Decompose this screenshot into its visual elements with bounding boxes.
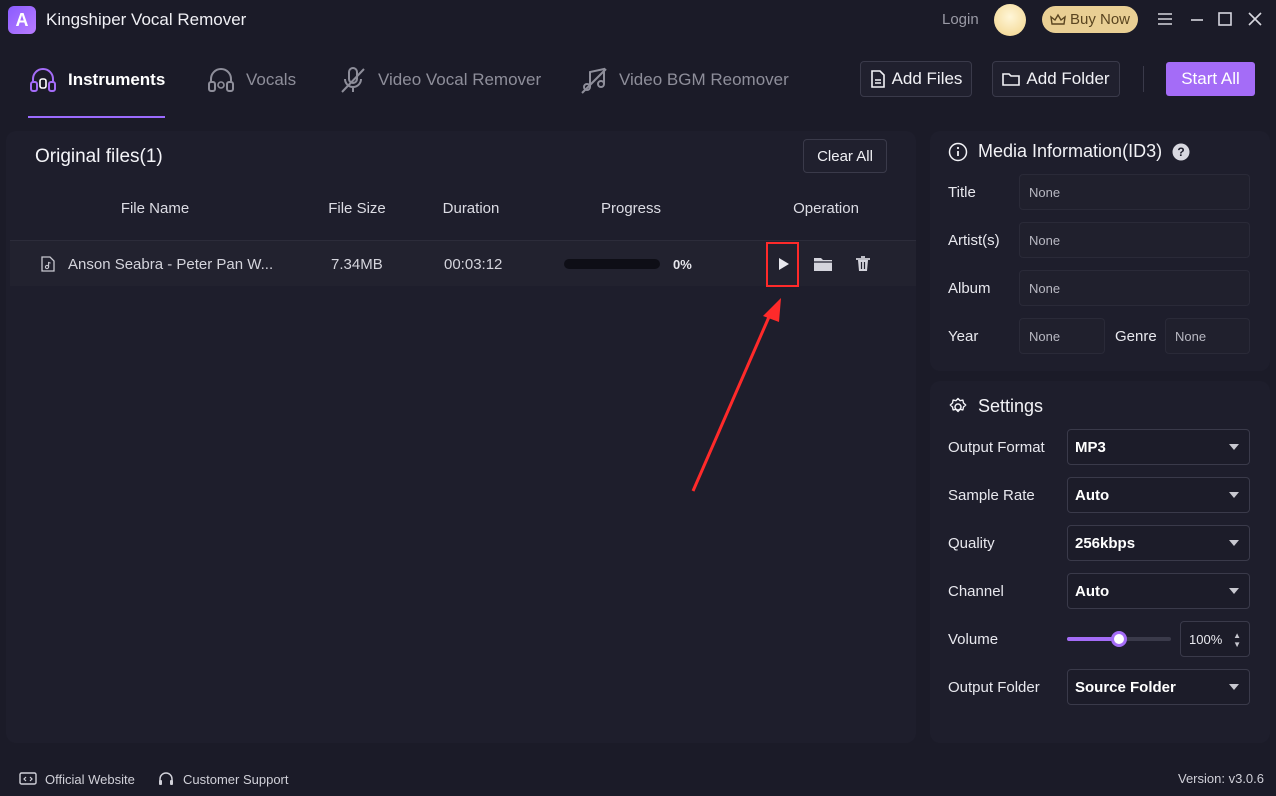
genre-label: Genre <box>1115 328 1157 345</box>
add-files-button[interactable]: Add Files <box>860 61 972 97</box>
column-header-progress: Progress <box>600 200 662 217</box>
chevron-down-icon <box>1229 444 1239 450</box>
column-header-file-name: File Name <box>120 200 190 217</box>
duration-cell: 00:03:12 <box>444 256 503 273</box>
login-link[interactable]: Login <box>942 11 979 28</box>
folder-icon <box>1002 73 1021 86</box>
customer-support-link[interactable]: Customer Support <box>157 771 289 787</box>
progress-percent: 0% <box>673 257 692 272</box>
music-off-icon <box>581 67 607 94</box>
start-all-button[interactable]: Start All <box>1166 62 1255 96</box>
app-logo: A <box>8 6 36 34</box>
output-format-label: Output Format <box>948 439 1045 456</box>
buy-now-button[interactable]: Buy Now <box>1042 6 1138 33</box>
column-header-operation: Operation <box>793 200 859 217</box>
tab-video-bgm-remover[interactable]: Video BGM Reomover <box>579 60 789 100</box>
output-folder-select[interactable]: Source Folder <box>1067 669 1250 705</box>
active-tab-indicator <box>28 116 165 118</box>
quality-label: Quality <box>948 535 995 552</box>
volume-stepper[interactable]: 100% ▲ ▼ <box>1180 621 1250 657</box>
tab-instruments[interactable]: Instruments <box>28 60 165 100</box>
website-icon <box>19 772 37 785</box>
chevron-down-icon <box>1229 684 1239 690</box>
add-file-icon <box>870 70 885 88</box>
svg-text:?: ? <box>1177 145 1184 159</box>
output-folder-label: Output Folder <box>948 679 1040 696</box>
mic-off-icon <box>341 67 365 93</box>
vocals-icon <box>208 68 234 92</box>
files-panel <box>6 131 916 743</box>
tab-vocals[interactable]: Vocals <box>206 60 296 100</box>
output-format-select[interactable]: MP3 <box>1067 429 1250 465</box>
chevron-down-icon <box>1229 540 1239 546</box>
clear-all-button[interactable]: Clear All <box>803 139 887 173</box>
year-label: Year <box>948 328 979 345</box>
channel-label: Channel <box>948 583 1004 600</box>
help-icon[interactable]: ? <box>1172 143 1190 161</box>
play-button-highlight <box>766 242 799 287</box>
title-label: Title <box>948 184 976 201</box>
open-folder-icon[interactable] <box>813 254 833 274</box>
tab-video-vocal-remover[interactable]: Video Vocal Remover <box>338 60 541 100</box>
volume-slider-handle[interactable] <box>1111 631 1127 647</box>
album-field[interactable]: None <box>1019 270 1250 306</box>
app-title: Kingshiper Vocal Remover <box>46 10 247 29</box>
artist-field[interactable]: None <box>1019 222 1250 258</box>
year-field[interactable]: None <box>1019 318 1105 354</box>
title-bar: A Kingshiper Vocal Remover Login Buy Now <box>0 0 1276 40</box>
media-info-title: Media Information(ID3) ? <box>948 141 1190 162</box>
title-field[interactable]: None <box>1019 174 1250 210</box>
avatar[interactable] <box>994 4 1026 36</box>
close-icon[interactable] <box>1246 10 1264 28</box>
official-website-link[interactable]: Official Website <box>19 771 135 787</box>
files-panel-title: Original files(1) <box>35 146 163 167</box>
delete-icon[interactable] <box>853 254 873 274</box>
column-header-duration: Duration <box>442 200 500 217</box>
audio-file-icon <box>41 256 55 272</box>
sample-rate-label: Sample Rate <box>948 487 1035 504</box>
stepper-arrows-icon[interactable]: ▲ ▼ <box>1233 631 1241 649</box>
menu-icon[interactable] <box>1156 10 1174 28</box>
progress-bar <box>564 259 660 269</box>
info-icon <box>948 142 968 161</box>
settings-title: Settings <box>948 396 1043 417</box>
file-name-cell: Anson Seabra - Peter Pan W... <box>68 256 274 273</box>
quality-select[interactable]: 256kbps <box>1067 525 1250 561</box>
file-size-cell: 7.34MB <box>331 256 383 273</box>
gear-icon <box>949 397 967 412</box>
sample-rate-select[interactable]: Auto <box>1067 477 1250 513</box>
channel-select[interactable]: Auto <box>1067 573 1250 609</box>
headset-icon <box>159 772 173 785</box>
genre-field[interactable]: None <box>1165 318 1250 354</box>
add-folder-button[interactable]: Add Folder <box>992 61 1120 97</box>
column-header-file-size: File Size <box>328 200 386 217</box>
artist-label: Artist(s) <box>948 232 1000 249</box>
version-label: Version: v3.0.6 <box>1178 771 1264 786</box>
chevron-down-icon <box>1229 588 1239 594</box>
volume-label: Volume <box>948 631 999 648</box>
toolbar-divider <box>1143 66 1144 92</box>
chevron-down-icon <box>1229 492 1239 498</box>
maximize-icon[interactable] <box>1216 10 1234 28</box>
album-label: Album <box>948 280 991 297</box>
crown-icon <box>1050 13 1066 25</box>
headphones-icon <box>30 68 56 92</box>
minimize-icon[interactable] <box>1188 10 1206 28</box>
